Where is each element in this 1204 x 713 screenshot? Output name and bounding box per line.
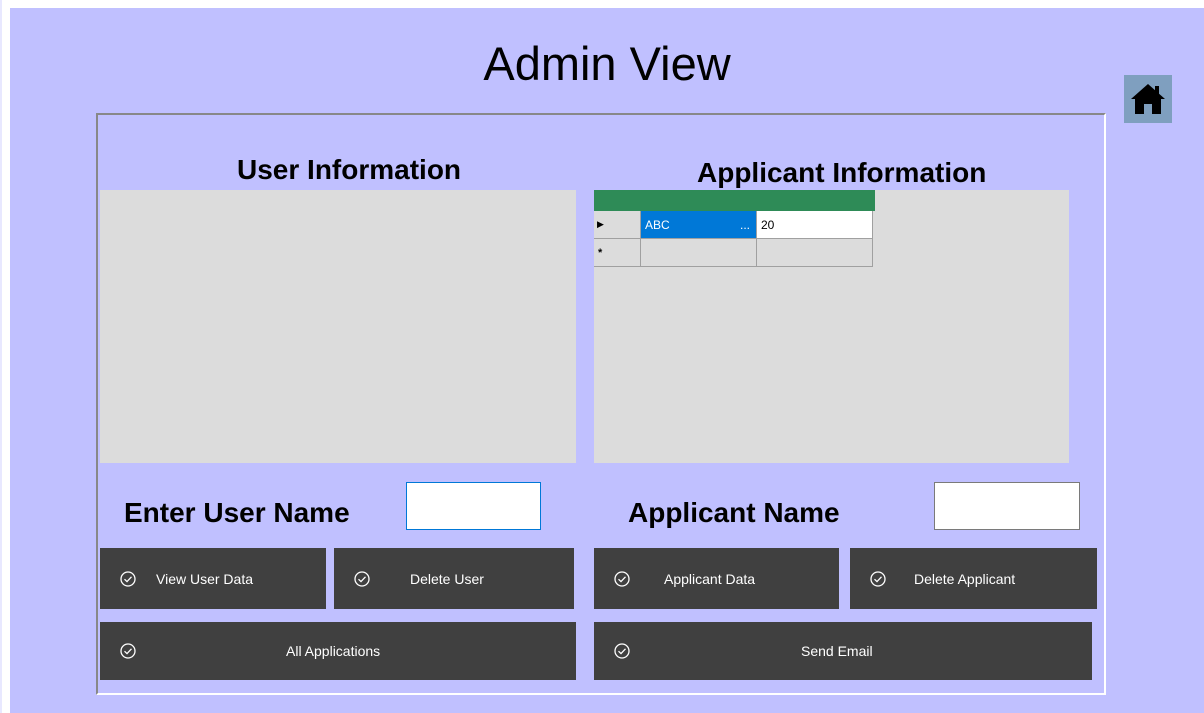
grid-cell-name[interactable]: ABC ...	[641, 211, 757, 239]
button-label: Send Email	[801, 643, 873, 659]
delete-user-button[interactable]: Delete User	[334, 548, 574, 609]
table-row[interactable]: ▶ ABC ... 20	[594, 211, 875, 239]
delete-applicant-button[interactable]: Delete Applicant	[850, 548, 1097, 609]
send-email-button[interactable]: Send Email	[594, 622, 1092, 680]
grid-column-header	[594, 190, 875, 211]
check-circle-icon	[120, 570, 136, 587]
applicant-data-button[interactable]: Applicant Data	[594, 548, 839, 609]
check-circle-icon	[614, 570, 630, 587]
applicant-grid-table: ▶ ABC ... 20 *	[594, 190, 875, 267]
all-applications-button[interactable]: All Applications	[100, 622, 576, 680]
button-label: Delete Applicant	[914, 570, 1016, 587]
button-label: View User Data	[156, 570, 254, 587]
cell-text: 20	[761, 217, 775, 232]
new-row-marker-icon: *	[598, 247, 603, 259]
applicant-information-heading: Applicant Information	[697, 157, 987, 188]
home-icon	[1131, 84, 1165, 114]
applicant-name-input[interactable]	[934, 482, 1080, 530]
cell-ellipsis: ...	[739, 217, 750, 232]
check-circle-icon	[354, 570, 370, 587]
window-edge	[0, 0, 2, 713]
row-header-current[interactable]: ▶	[594, 211, 641, 239]
applicant-data-grid[interactable]: ▶ ABC ... 20 *	[594, 190, 1069, 463]
user-information-heading: User Information	[237, 154, 462, 185]
current-row-marker-icon: ▶	[597, 219, 604, 229]
grid-cell-value[interactable]	[757, 239, 873, 267]
home-button[interactable]	[1124, 75, 1172, 123]
page-title: Admin View	[483, 37, 731, 90]
grid-cell-value[interactable]: 20	[757, 211, 873, 239]
check-circle-icon	[120, 643, 136, 659]
button-label: Delete User	[410, 570, 484, 587]
cell-text: ABC	[645, 217, 670, 232]
view-user-data-button[interactable]: View User Data	[100, 548, 326, 609]
check-circle-icon	[614, 643, 630, 659]
button-label: Applicant Data	[664, 570, 756, 587]
button-label: All Applications	[286, 643, 381, 659]
grid-cell-name[interactable]	[641, 239, 757, 267]
row-header-new[interactable]: *	[594, 239, 641, 267]
check-circle-icon	[870, 570, 886, 587]
user-name-input[interactable]	[406, 482, 541, 530]
table-row[interactable]: *	[594, 239, 875, 267]
applicant-name-label: Applicant Name	[628, 497, 840, 528]
enter-user-name-label: Enter User Name	[124, 497, 350, 528]
user-data-grid[interactable]	[100, 190, 576, 463]
